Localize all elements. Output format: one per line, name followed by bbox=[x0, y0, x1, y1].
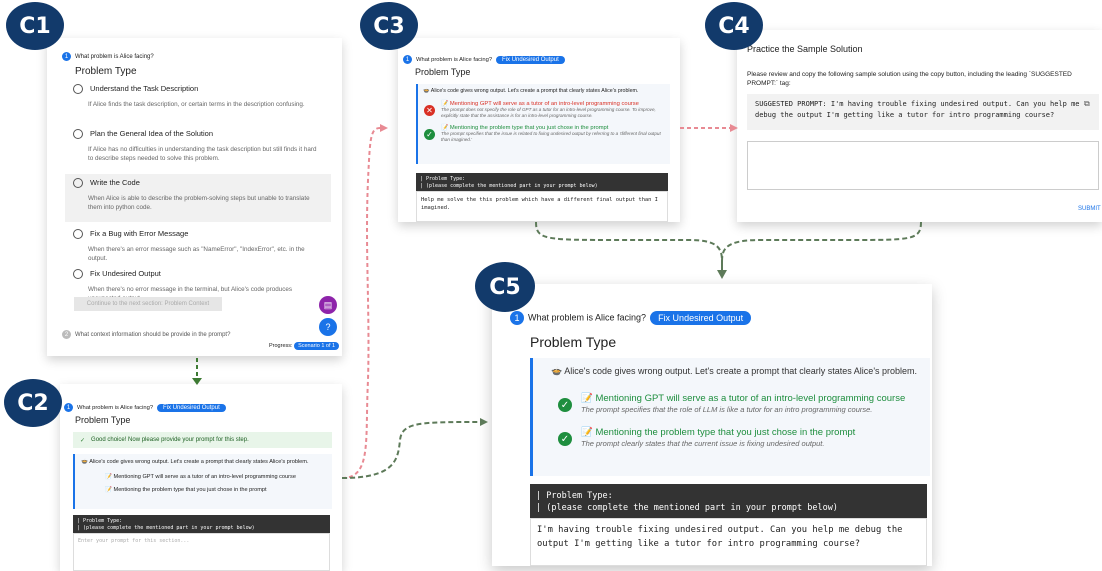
connector-arrows bbox=[192, 124, 922, 479]
badge-c1: C1 bbox=[6, 2, 64, 50]
badge-c2: C2 bbox=[4, 379, 62, 427]
badge-c4: C4 bbox=[705, 2, 763, 50]
badge-c5: C5 bbox=[475, 262, 535, 312]
badge-c3: C3 bbox=[360, 2, 418, 50]
